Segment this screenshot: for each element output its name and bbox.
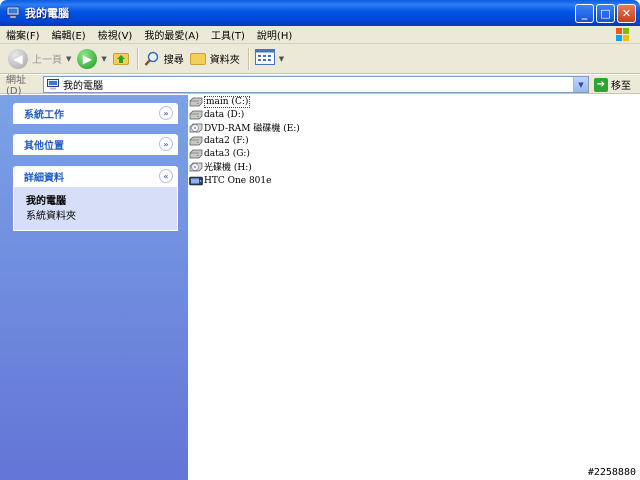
details-header[interactable]: 詳細資料 « [13, 166, 178, 187]
toolbar: ◀ 上一頁 ▼ ▶ ▼ 搜尋 資料夾 ▼ [0, 44, 640, 74]
expand-chevron-icon[interactable]: » [159, 137, 173, 151]
details-panel: 詳細資料 « 我的電腦 系統資料夾 [13, 166, 178, 231]
hard-drive-icon [189, 136, 203, 146]
chevron-down-icon: ▼ [578, 80, 584, 89]
details-body: 我的電腦 系統資料夾 [13, 187, 178, 231]
drive-label: data (D:) [204, 109, 245, 120]
back-button[interactable]: ◀ 上一頁 ▼ [8, 47, 71, 71]
folders-label: 資料夾 [209, 55, 240, 66]
minimize-icon: _ [581, 7, 588, 20]
hard-drive-icon [189, 149, 203, 159]
maximize-button[interactable]: □ [596, 4, 615, 23]
menu-help[interactable]: 說明(H) [257, 27, 292, 42]
hard-drive-icon [189, 110, 203, 120]
menu-tools[interactable]: 工具(T) [211, 27, 245, 42]
main-area: 系統工作 » 其他位置 » 詳細資料 « 我的電腦 系統資料夾 main (C:… [0, 95, 640, 480]
forward-button[interactable]: ▶ ▼ [77, 47, 107, 71]
menu-view[interactable]: 檢視(V) [98, 27, 133, 42]
drive-label: data2 (F:) [204, 135, 249, 146]
system-tasks-panel: 系統工作 » [13, 103, 178, 124]
folders-button[interactable]: 資料夾 [189, 47, 240, 71]
optical-drive-icon [189, 123, 203, 133]
other-places-header[interactable]: 其他位置 » [13, 134, 178, 155]
details-item-type: 系統資料夾 [26, 211, 76, 222]
details-title: 詳細資料 [24, 173, 64, 184]
my-computer-icon [6, 6, 20, 20]
drive-item[interactable]: main (C:) [189, 95, 251, 108]
drive-label: data3 (G:) [204, 148, 250, 159]
maximize-icon: □ [600, 7, 611, 20]
toolbar-separator [136, 47, 138, 70]
windows-logo-icon [608, 27, 634, 43]
close-button[interactable]: ✕ [617, 4, 636, 23]
address-value: 我的電腦 [63, 81, 103, 92]
hard-drive-icon [189, 97, 203, 107]
drive-label: DVD-RAM 磁碟機 (E:) [204, 124, 300, 134]
details-item-name: 我的電腦 [26, 196, 66, 207]
menu-bar: 檔案(F) 編輯(E) 檢視(V) 我的最愛(A) 工具(T) 說明(H) [0, 26, 640, 44]
folders-icon [189, 52, 206, 65]
drive-item[interactable]: data (D:) [189, 108, 244, 121]
minimize-button[interactable]: _ [575, 4, 594, 23]
go-label: 移至 [611, 81, 631, 92]
address-dropdown-button[interactable]: ▼ [573, 77, 588, 92]
go-button[interactable]: ➔ 移至 [594, 77, 631, 92]
close-icon: ✕ [621, 7, 632, 20]
menu-favorites[interactable]: 我的最愛(A) [144, 27, 199, 42]
watermark-text: #2258880 [587, 467, 636, 478]
device-label: HTC One 801e [204, 175, 272, 186]
back-arrow-icon: ◀ [8, 48, 28, 69]
system-tasks-title: 系統工作 [24, 110, 64, 121]
file-list: main (C:) data (D:) DVD-RAM 磁碟機 (E:) dat… [188, 95, 640, 480]
optical-drive-icon [189, 162, 203, 172]
menu-file[interactable]: 檔案(F) [6, 27, 40, 42]
toolbar-separator [247, 47, 249, 70]
views-icon [254, 49, 275, 68]
other-places-panel: 其他位置 » [13, 134, 178, 155]
address-bar: 網址(D) 我的電腦 ▼ ➔ 移至 [0, 75, 640, 97]
forward-dropdown-icon[interactable]: ▼ [101, 55, 106, 63]
system-tasks-header[interactable]: 系統工作 » [13, 103, 178, 124]
task-pane: 系統工作 » 其他位置 » 詳細資料 « 我的電腦 系統資料夾 [0, 95, 188, 480]
views-button[interactable]: ▼ [254, 47, 284, 71]
drive-label: 光碟機 (H:) [204, 163, 252, 173]
back-label: 上一頁 [32, 55, 62, 66]
other-places-title: 其他位置 [24, 141, 64, 152]
my-computer-icon [47, 79, 59, 90]
address-label: 網址(D) [6, 75, 26, 97]
collapse-chevron-icon[interactable]: « [159, 169, 173, 183]
search-icon [144, 51, 160, 67]
search-button[interactable]: 搜尋 [144, 47, 184, 71]
menu-edit[interactable]: 編輯(E) [52, 27, 86, 42]
window-title: 我的電腦 [25, 7, 69, 20]
address-input[interactable]: 我的電腦 ▼ [43, 76, 589, 93]
search-label: 搜尋 [163, 55, 184, 66]
up-folder-button[interactable] [112, 47, 129, 71]
title-bar[interactable]: 我的電腦 _ □ ✕ [0, 0, 640, 26]
forward-arrow-icon: ▶ [77, 48, 98, 69]
back-dropdown-icon[interactable]: ▼ [66, 55, 71, 63]
drive-item[interactable]: data2 (F:) [189, 134, 249, 147]
phone-device-icon [189, 176, 203, 186]
drive-item[interactable]: 光碟機 (H:) [189, 160, 252, 173]
drive-item[interactable]: data3 (G:) [189, 147, 250, 160]
device-item[interactable]: HTC One 801e [189, 174, 271, 187]
up-folder-icon [112, 52, 129, 65]
views-dropdown-icon[interactable]: ▼ [279, 55, 284, 63]
drive-item[interactable]: DVD-RAM 磁碟機 (E:) [189, 121, 300, 134]
expand-chevron-icon[interactable]: » [159, 106, 173, 120]
go-arrow-icon: ➔ [594, 77, 608, 92]
drive-label: main (C:) [204, 95, 251, 108]
